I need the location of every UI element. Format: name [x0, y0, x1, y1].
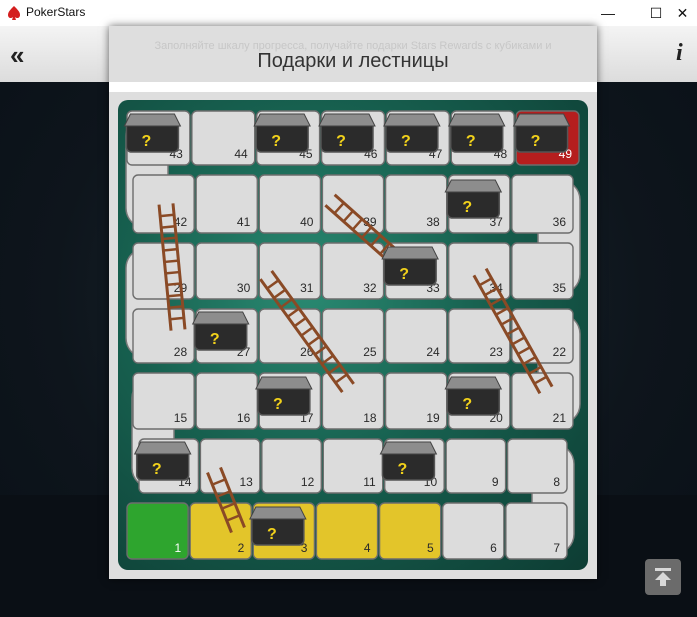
treasure-chest-icon: ?: [444, 179, 503, 219]
chest-question-mark: ?: [336, 133, 346, 150]
chest-question-mark: ?: [462, 199, 472, 216]
cell-number: 19: [426, 411, 440, 425]
info-button[interactable]: i: [676, 40, 683, 67]
game-board: 1 2 3 4 5 6 7 8 9 10 11 12 13 14 15 16 17 18 19 20 21 22 23 24 2…: [118, 100, 588, 570]
chest-question-mark: ?: [267, 526, 277, 543]
cell-number: 23: [489, 345, 503, 359]
dialog-divider: [109, 82, 597, 92]
cell-number: 9: [492, 475, 499, 489]
treasure-chest-icon: ?: [447, 113, 506, 153]
cell-number: 36: [553, 215, 567, 229]
chest-question-mark: ?: [466, 133, 476, 150]
pokerstars-logo-icon: [8, 6, 20, 20]
close-button[interactable]: ✕: [668, 0, 697, 26]
cell-number: 22: [553, 345, 567, 359]
chest-question-mark: ?: [142, 133, 152, 150]
cell-number: 11: [363, 475, 376, 489]
cell-number: 30: [237, 281, 251, 295]
cell-number: 8: [553, 475, 560, 489]
window-titlebar: PokerStars — ☐ ✕: [0, 0, 697, 26]
cell-number: 25: [363, 345, 377, 359]
chest-question-mark: ?: [531, 133, 541, 150]
treasure-chest-icon: ?: [383, 113, 441, 153]
cell-number: 15: [174, 411, 188, 425]
treasure-chest-icon: ?: [379, 441, 438, 481]
back-button[interactable]: «: [10, 40, 24, 71]
treasure-chest-icon: ?: [249, 506, 307, 546]
app-title: PokerStars: [26, 5, 86, 19]
treasure-chest-icon: ?: [123, 113, 182, 153]
cell-number: 5: [427, 541, 434, 555]
cell-number: 18: [363, 411, 377, 425]
cell-number: 6: [490, 541, 497, 555]
cell-number: 40: [300, 215, 314, 229]
treasure-chest-icon: ?: [381, 246, 439, 286]
chest-question-mark: ?: [210, 331, 220, 348]
cell-number: 4: [364, 541, 371, 555]
treasure-chest-icon: ?: [255, 376, 313, 416]
dialog-title: Подарки и лестницы: [257, 50, 449, 72]
cell-number: 12: [301, 475, 315, 489]
cell-number: 24: [426, 345, 440, 359]
chest-question-mark: ?: [401, 133, 411, 150]
cell-number: 21: [553, 411, 567, 425]
cell-number: 2: [238, 541, 245, 555]
cell-number: 13: [239, 475, 253, 489]
chest-question-mark: ?: [462, 396, 472, 413]
minimize-button[interactable]: —: [585, 0, 631, 26]
board-canvas: 1 2 3 4 5 6 789101112131415 16 17 18 19 20 212223242…: [123, 110, 581, 560]
scroll-top-button[interactable]: [645, 559, 681, 595]
cell-number: 32: [363, 281, 377, 295]
cell-number: 16: [237, 411, 251, 425]
cell-number: 7: [553, 541, 560, 555]
treasure-chest-icon: ?: [512, 113, 571, 153]
chest-question-mark: ?: [271, 133, 281, 150]
treasure-chest-icon: ?: [253, 113, 311, 153]
cell-number: 35: [553, 281, 567, 295]
treasure-chest-icon: ?: [444, 376, 503, 416]
chest-question-mark: ?: [399, 266, 409, 283]
cell-number: 28: [174, 345, 188, 359]
cell-number: 41: [237, 215, 251, 229]
chest-question-mark: ?: [273, 396, 283, 413]
cell-number: 31: [300, 281, 314, 295]
cell-number: 38: [426, 215, 440, 229]
arrow-up-bar-icon: [655, 568, 671, 586]
treasure-chest-icon: ?: [318, 113, 376, 153]
chest-question-mark: ?: [398, 461, 408, 478]
cell-number: 44: [234, 147, 248, 161]
cell-number: 1: [174, 541, 181, 555]
treasure-chest-icon: ?: [133, 441, 192, 481]
chest-question-mark: ?: [152, 461, 162, 478]
treasure-chest-icon: ?: [191, 311, 250, 351]
